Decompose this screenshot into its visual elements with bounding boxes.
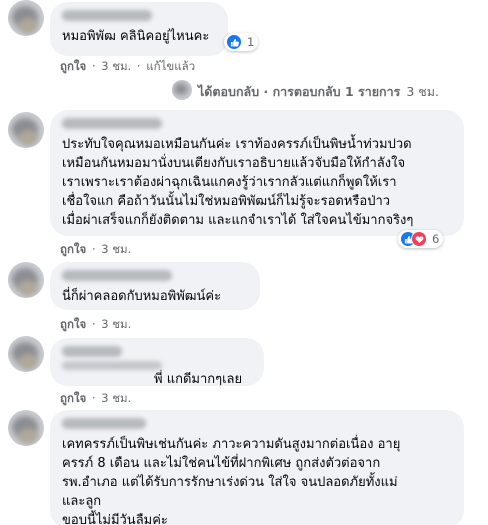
comment-bubble: หมอพิพัฒ คลินิคอยู่ไหนคะ [50,2,228,56]
comment-text: พี่ แกดีมากๆเลย [154,372,243,387]
comment-text: เคทครรภ์เป็นพิษเช่นกันค่ะ ภาวะความดันสูง… [62,437,401,525]
like-button[interactable]: ถูกใจ [60,242,86,256]
commenter-subtitle [62,361,162,370]
reply-time: 3 ชม. [406,84,439,99]
comment-text: หมอพิพัฒ คลินิคอยู่ไหนคะ [62,29,210,44]
comment-text: นี่ก็ผ่าคลอดกับหมอพิพัฒน์ค่ะ [62,289,222,304]
reaction-summary[interactable]: 1 [224,33,259,51]
commenter-name[interactable] [62,418,146,429]
commenter-name[interactable] [62,270,172,281]
comment-bubble: พี่ แกดีมากๆเลย [50,338,264,387]
commenter-avatar[interactable] [8,410,44,446]
love-reaction-icon [411,231,427,247]
like-button[interactable]: ถูกใจ [60,59,86,73]
reply-avatar[interactable] [172,80,192,100]
comment-time[interactable]: 3 ชม. [101,391,131,405]
commenter-name[interactable] [62,118,162,129]
view-replies-link[interactable]: ได้ตอบกลับ · การตอบกลับ 1 รายการ [198,82,400,102]
commenter-avatar[interactable] [8,112,44,148]
view-replies[interactable]: ได้ตอบกลับ · การตอบกลับ 1 รายการ 3 ชม. [198,82,439,102]
comment-bubble: นี่ก็ผ่าคลอดกับหมอพิพัฒน์ค่ะ [50,262,260,310]
comment-bubble: ประทับใจคุณหมอเหมือนกันค่ะ เราท้องครรภ์เ… [50,110,464,236]
comment-actions: ถูกใจ · 3 ชม. [60,242,132,256]
commenter-avatar[interactable] [8,336,44,372]
like-reaction-icon [226,34,242,50]
reaction-count: 1 [247,35,255,49]
comments-panel: หมอพิพัฒ คลินิคอยู่ไหนคะ 1 ถูกใจ · 3 ชม.… [0,0,488,525]
comment-time[interactable]: 3 ชม. [101,317,131,331]
reaction-summary[interactable]: 6 [398,230,444,248]
reaction-count: 6 [432,232,440,246]
comment-actions: ถูกใจ · 3 ชม. [60,391,132,405]
comment-text: ประทับใจคุณหมอเหมือนกันค่ะ เราท้องครรภ์เ… [62,137,414,228]
like-button[interactable]: ถูกใจ [60,317,86,331]
comment-actions: ถูกใจ · 3 ชม. · แก้ไขแล้ว [60,59,196,73]
edited-label: แก้ไขแล้ว [146,59,196,73]
comment-time[interactable]: 3 ชม. [101,59,131,73]
like-button[interactable]: ถูกใจ [60,391,86,405]
comment-time[interactable]: 3 ชม. [101,242,131,256]
commenter-avatar[interactable] [8,262,44,298]
commenter-avatar[interactable] [8,0,44,36]
commenter-name[interactable] [62,10,152,21]
comment-bubble: เคทครรภ์เป็นพิษเช่นกันค่ะ ภาวะความดันสูง… [50,410,464,525]
commenter-name[interactable] [62,346,122,357]
comment-actions: ถูกใจ · 3 ชม. [60,317,132,331]
